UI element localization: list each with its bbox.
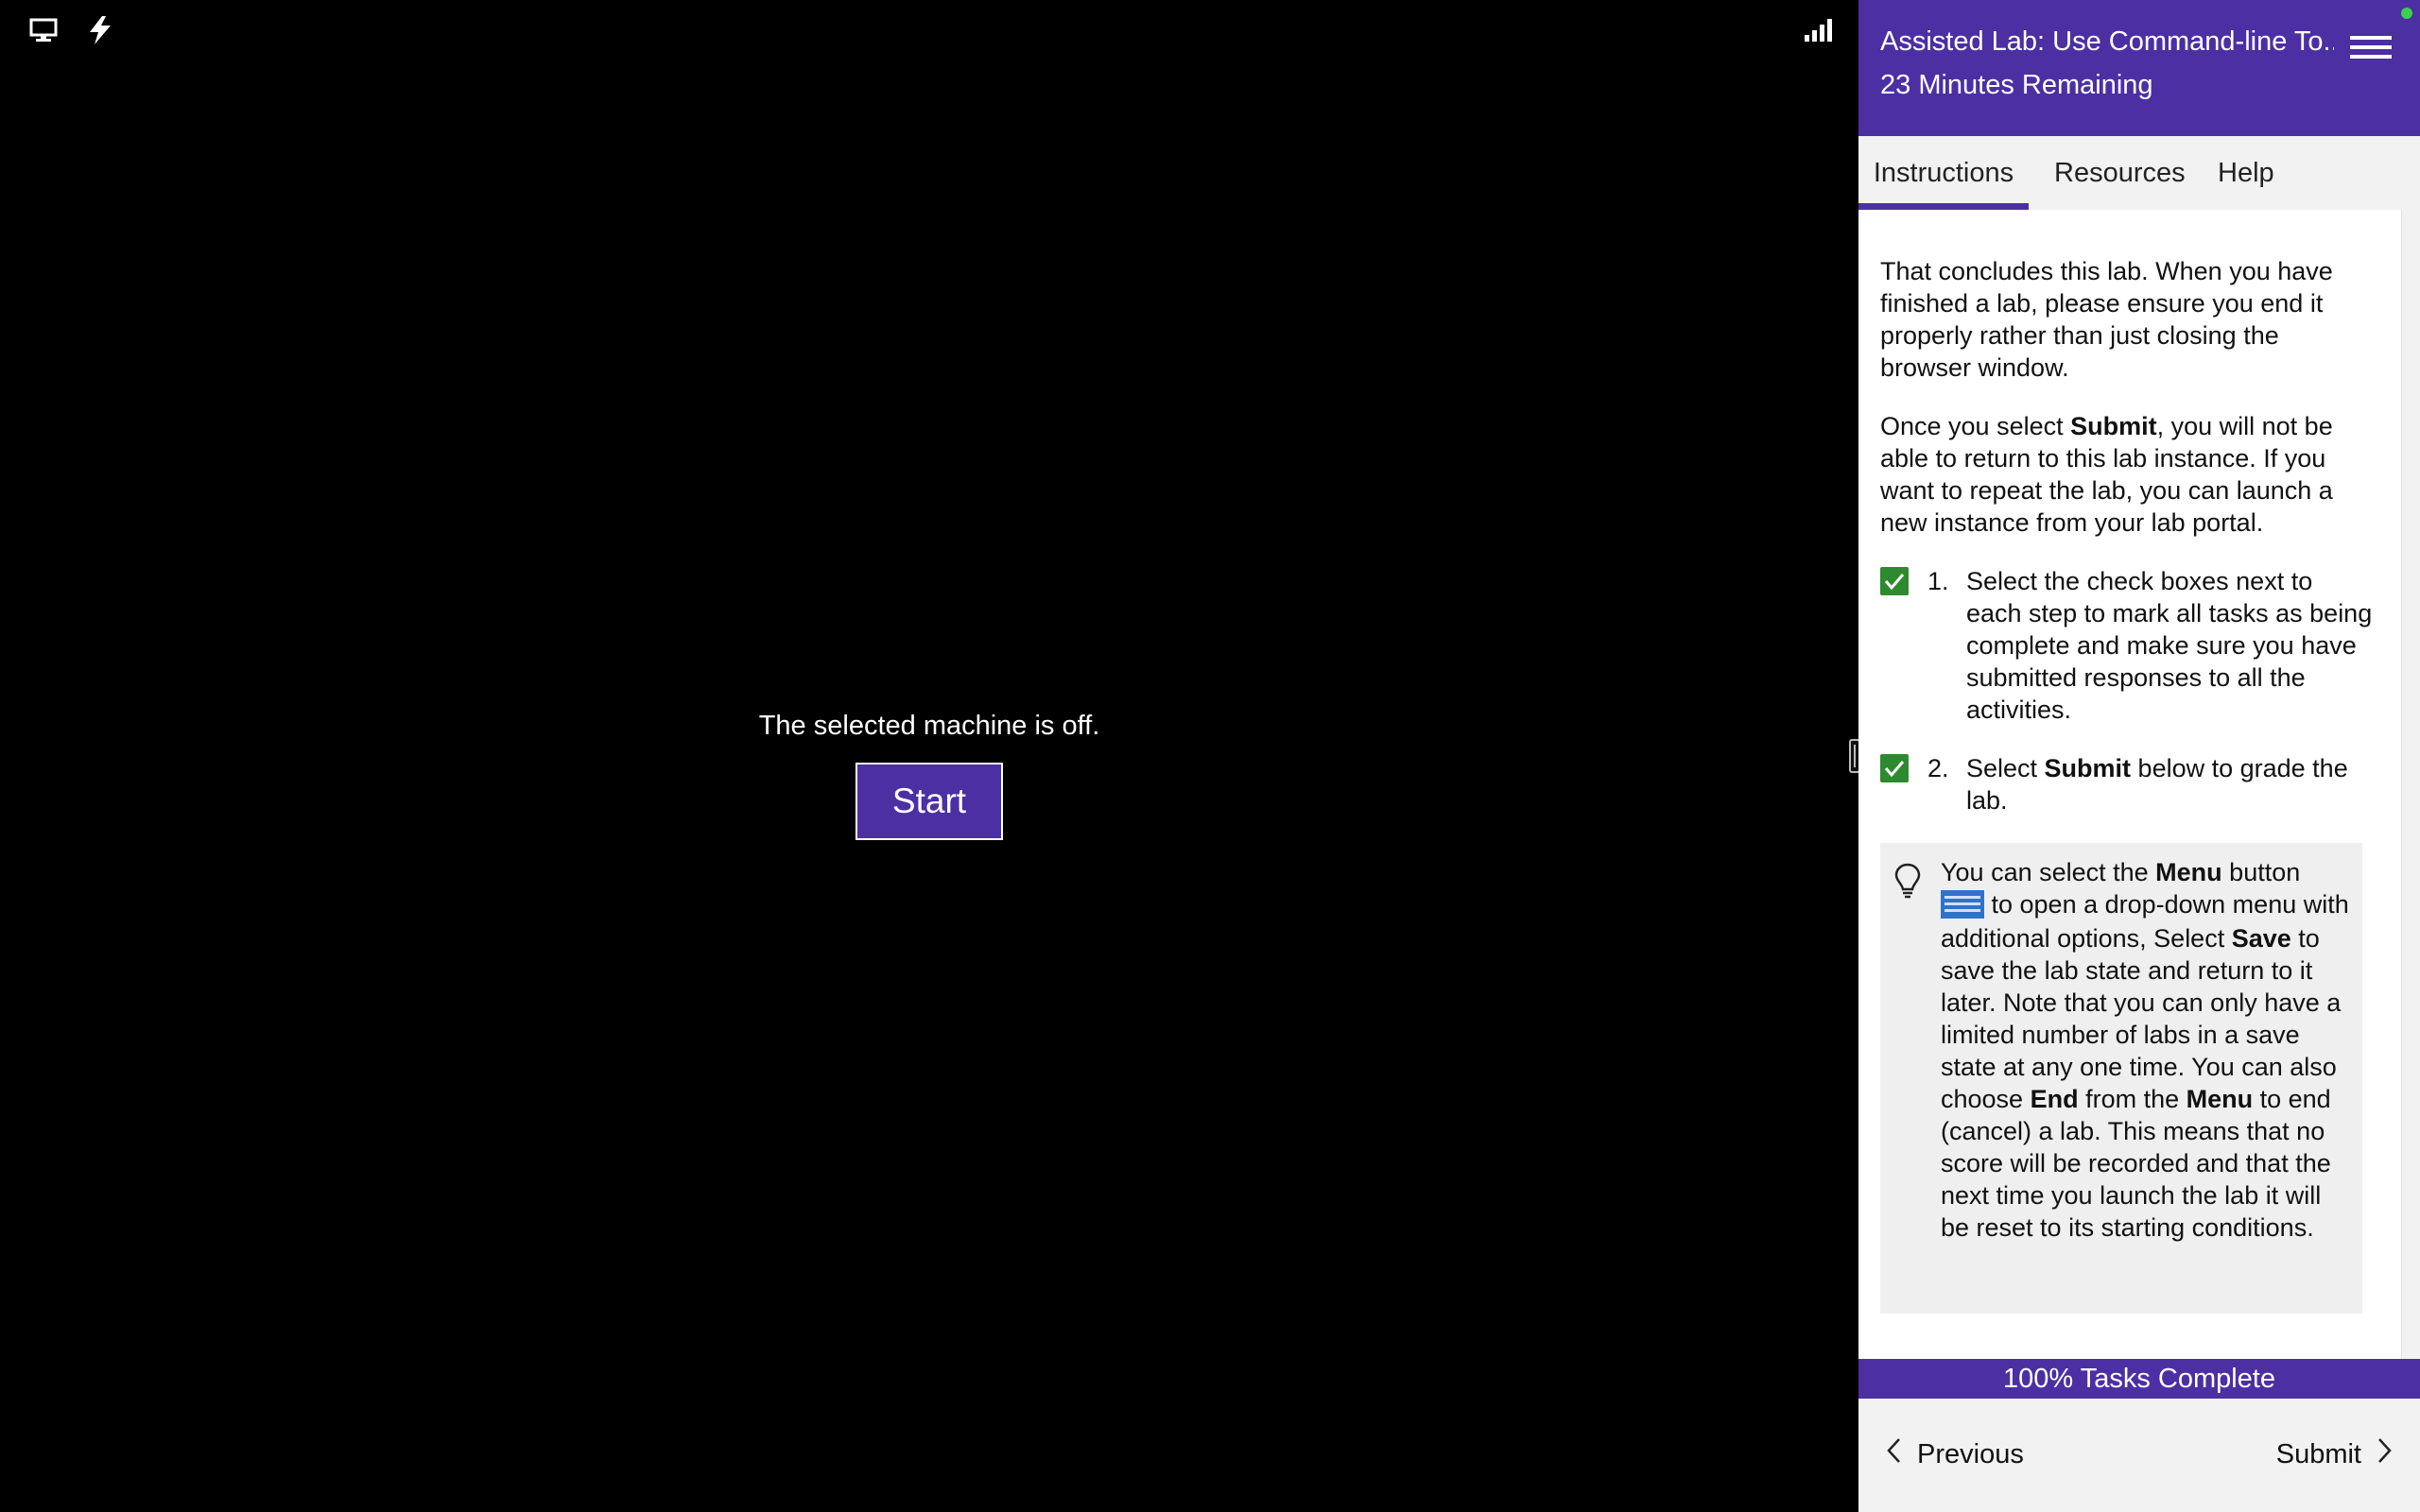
- menu-icon[interactable]: [2350, 32, 2392, 66]
- previous-label: Previous: [1917, 1438, 2024, 1469]
- bold-text: Menu: [2155, 858, 2222, 886]
- signal-icon: [1802, 13, 1836, 47]
- step-number: 1.: [1927, 567, 1949, 595]
- checkbox-checked-icon[interactable]: [1880, 754, 1909, 782]
- text: button: [2221, 858, 2301, 886]
- tab-help[interactable]: Help: [2218, 136, 2274, 210]
- tip-box: You can select the Menu button to open a…: [1880, 843, 2362, 1314]
- chevron-left-icon: [1885, 1436, 1902, 1472]
- text: Select: [1966, 754, 2045, 782]
- step-text: Select the check boxes next to each step…: [1966, 567, 2373, 724]
- conclusion-paragraph: That concludes this lab. When you have f…: [1880, 257, 2333, 382]
- bold-text: Submit: [2044, 754, 2132, 782]
- vm-status-area: The selected machine is off. Start: [0, 711, 1858, 840]
- submit-info-paragraph: Once you select Submit, you will not be …: [1880, 410, 2372, 539]
- start-button[interactable]: Start: [856, 763, 1003, 840]
- bold-text: Submit: [2070, 412, 2157, 440]
- tab-instructions[interactable]: Instructions: [1858, 136, 2029, 210]
- step-text: Select Submit below to grade the lab.: [1966, 752, 2373, 816]
- monitor-icon[interactable]: [26, 13, 60, 47]
- tab-bar: Instructions Resources Help: [1858, 136, 2420, 210]
- chevron-right-icon: [2377, 1436, 2394, 1472]
- panel-footer: Previous Submit: [1858, 1399, 2420, 1512]
- time-remaining: 23 Minutes Remaining: [1880, 70, 2153, 100]
- tab-resources[interactable]: Resources: [2054, 136, 2186, 210]
- power-icon[interactable]: [83, 13, 117, 47]
- text: from the: [2078, 1084, 2187, 1113]
- checkbox-checked-icon[interactable]: [1880, 567, 1909, 595]
- instructions-content[interactable]: That concludes this lab. When you have f…: [1858, 210, 2401, 1359]
- panel-header: Assisted Lab: Use Command-line To... 23 …: [1858, 0, 2420, 136]
- vm-display[interactable]: The selected machine is off. Start: [0, 0, 1860, 1512]
- content-scrollbar[interactable]: [2401, 210, 2420, 1359]
- previous-button[interactable]: Previous: [1885, 1436, 2024, 1472]
- progress-label: 100% Tasks Complete: [2002, 1364, 2275, 1394]
- bold-text: Menu: [2186, 1084, 2254, 1113]
- progress-bar: 100% Tasks Complete: [1858, 1359, 2420, 1399]
- submit-button[interactable]: Submit: [2276, 1436, 2394, 1472]
- bold-text: End: [2030, 1084, 2079, 1113]
- vm-status-message: The selected machine is off.: [758, 711, 1100, 741]
- lab-title: Assisted Lab: Use Command-line To...: [1880, 26, 2334, 57]
- bold-text: Save: [2231, 923, 2291, 953]
- instructions-panel: Assisted Lab: Use Command-line To... 23 …: [1858, 0, 2420, 1512]
- submit-label: Submit: [2275, 1438, 2361, 1469]
- menu-icon: [1941, 889, 1984, 919]
- step-number: 2.: [1927, 754, 1949, 782]
- text: Once you select: [1880, 412, 2071, 440]
- tip-text: You can select the Menu button to open a…: [1941, 856, 2349, 1244]
- status-indicator: [2401, 8, 2412, 19]
- lightbulb-icon: [1893, 862, 1922, 900]
- text: You can select the: [1941, 858, 2156, 886]
